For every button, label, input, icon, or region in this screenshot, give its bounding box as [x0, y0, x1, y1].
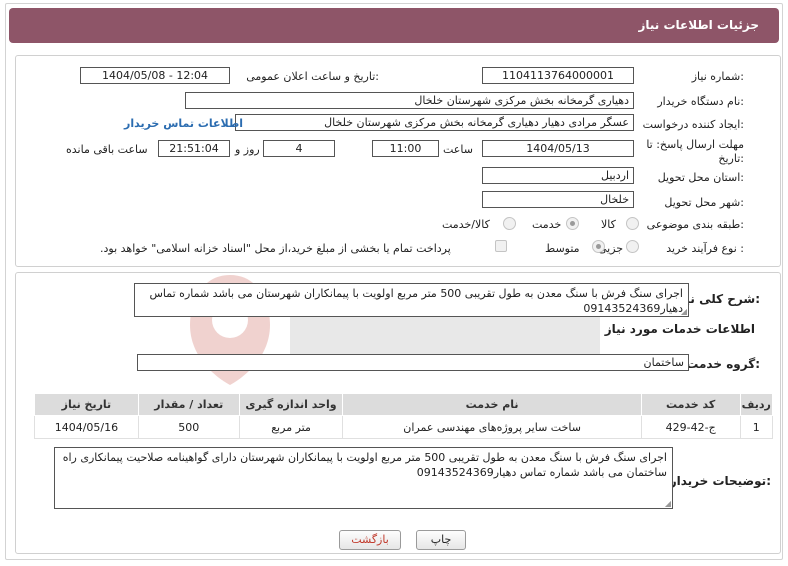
- print-button[interactable]: چاپ: [416, 530, 466, 550]
- process-option-medium-label: متوسط: [545, 242, 580, 255]
- summary-text: اجرای سنگ فرش با سنگ معدن به طول تقریبی …: [149, 287, 683, 315]
- resize-grip-icon[interactable]: ◢: [664, 500, 671, 508]
- cell-row-number: 1: [739, 415, 774, 439]
- cell-quantity: 500: [137, 415, 240, 439]
- resize-grip-icon[interactable]: ◢: [680, 308, 687, 316]
- services-section-title: اطلاعات خدمات مورد نیاز: [604, 322, 755, 336]
- buyer-contact-link[interactable]: اطلاعات تماس خریدار: [124, 117, 243, 130]
- col-quantity: تعداد / مقدار: [137, 393, 240, 416]
- buyer-notes-textarea[interactable]: اجرای سنگ فرش با سنگ معدن به طول تقریبی …: [54, 447, 673, 509]
- province-field[interactable]: اردبیل: [482, 167, 634, 184]
- deadline-time-label: ساعت: [443, 143, 473, 156]
- col-need-date: تاریخ نیاز: [34, 393, 139, 416]
- remaining-time-field[interactable]: 21:51:04: [158, 140, 230, 157]
- back-button[interactable]: بازگشت: [339, 530, 401, 550]
- days-label: روز و: [235, 143, 260, 156]
- remaining-days-field[interactable]: 4: [263, 140, 335, 157]
- city-label: شهر محل تحویل:: [664, 196, 744, 209]
- summary-textarea[interactable]: اجرای سنگ فرش با سنگ معدن به طول تقریبی …: [134, 283, 689, 317]
- announce-datetime-field[interactable]: 1404/05/08 - 12:04: [80, 67, 230, 84]
- need-number-label: شماره نیاز:: [691, 70, 744, 83]
- col-unit: واحد اندازه گیری: [238, 393, 344, 416]
- services-table: ردیف کد خدمت نام خدمت واحد اندازه گیری ت…: [34, 393, 774, 439]
- deadline-time-field[interactable]: 11:00: [372, 140, 439, 157]
- category-option-goods-label: کالا: [601, 218, 616, 231]
- requester-field[interactable]: عسگر مرادی دهیار دهیاری گرمخانه بخش مرکز…: [235, 114, 634, 131]
- category-option-both-label: کالا/خدمت: [442, 218, 490, 231]
- service-group-label: گروه خدمت:: [686, 357, 760, 371]
- requester-label: ایجاد کننده درخواست:: [642, 118, 744, 131]
- service-group-field[interactable]: ساختمان: [137, 354, 689, 371]
- buyer-notes-text: اجرای سنگ فرش با سنگ معدن به طول تقریبی …: [62, 451, 667, 479]
- treasury-payment-checkbox[interactable]: [495, 240, 507, 252]
- cell-need-date: 1404/05/16: [34, 415, 139, 439]
- cell-service-name: ساخت سایر پروژه‌های مهندسی عمران: [342, 415, 642, 439]
- buyer-org-label: نام دستگاه خریدار:: [657, 95, 744, 108]
- services-table-header: ردیف کد خدمت نام خدمت واحد اندازه گیری ت…: [34, 393, 774, 416]
- buyer-org-field[interactable]: دهیاری گرمخانه بخش مرکزی شهرستان خلخال: [185, 92, 634, 109]
- province-label: استان محل تحویل:: [657, 171, 744, 184]
- treasury-payment-note: پرداخت تمام یا بخشی از مبلغ خرید،از محل …: [100, 242, 451, 255]
- remaining-label: ساعت باقی مانده: [66, 143, 148, 156]
- deadline-label-line1: مهلت ارسال پاسخ: تا: [646, 138, 744, 151]
- category-option-service-label: خدمت: [532, 218, 562, 231]
- buyer-notes-label: توضیحات خریدار:: [669, 474, 771, 488]
- announce-datetime-label: تاریخ و ساعت اعلان عمومی:: [246, 70, 379, 83]
- process-option-minor-radio[interactable]: [626, 240, 639, 253]
- category-label: طبقه بندی موضوعی:: [646, 218, 744, 231]
- city-field[interactable]: خلخال: [482, 191, 634, 208]
- need-number-field[interactable]: 1104113764000001: [482, 67, 634, 84]
- page-title: جزئیات اطلاعات نیاز: [638, 18, 759, 32]
- col-row-number: ردیف: [739, 393, 774, 416]
- category-option-service-radio[interactable]: [566, 217, 579, 230]
- page-header: جزئیات اطلاعات نیاز: [9, 8, 779, 43]
- table-row[interactable]: 1 ج-42-429 ساخت سایر پروژه‌های مهندسی عم…: [34, 415, 774, 439]
- category-option-goods-radio[interactable]: [626, 217, 639, 230]
- cell-service-code: ج-42-429: [640, 415, 741, 439]
- cell-unit: متر مربع: [238, 415, 344, 439]
- details-panel: [15, 55, 781, 267]
- col-service-code: کد خدمت: [640, 393, 741, 416]
- category-option-both-radio[interactable]: [503, 217, 516, 230]
- process-option-medium-radio[interactable]: [592, 240, 605, 253]
- deadline-label-line2: تاریخ:: [718, 152, 744, 165]
- purchase-process-label: نوع فرآیند خرید :: [666, 242, 744, 255]
- deadline-date-field[interactable]: 1404/05/13: [482, 140, 634, 157]
- col-service-name: نام خدمت: [342, 393, 642, 416]
